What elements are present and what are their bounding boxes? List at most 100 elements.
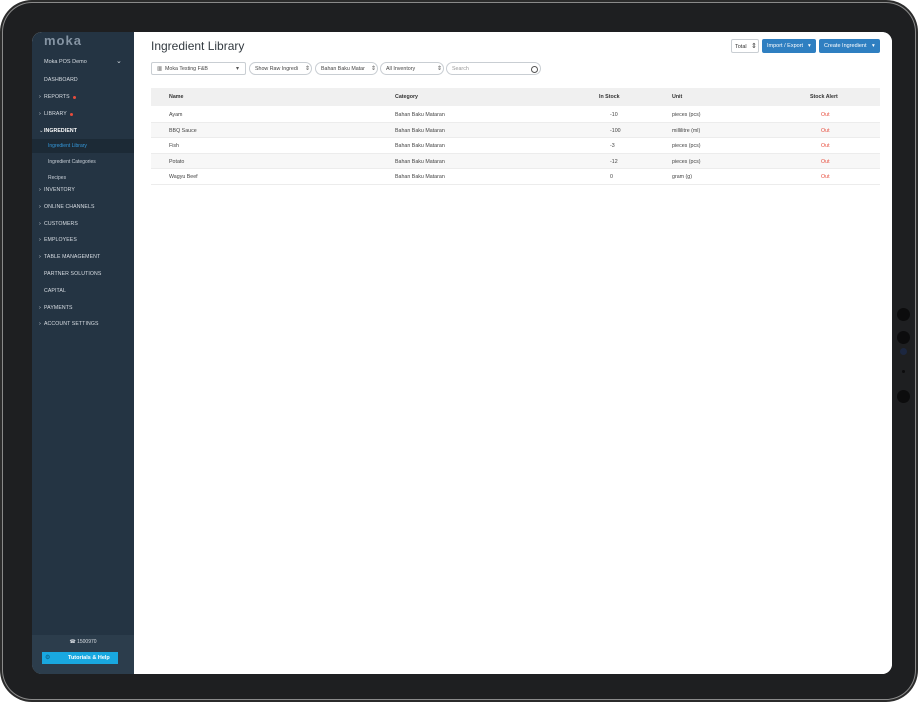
cell-unit: millilitre (ml) (672, 127, 701, 134)
category-filter[interactable]: Bahan Baku Matar ⇕ (315, 62, 378, 75)
table-row[interactable]: Ayam Bahan Baku Mataran -10 pieces (pcs) Out (151, 107, 880, 123)
sidebar-subitem-label: Recipes (48, 175, 67, 181)
sidebar-footer: ☎ 1500970 ⚙ Tutorials & Help (32, 635, 134, 674)
sidebar-item-label: PARTNER SOLUTIONS (44, 271, 102, 277)
sensor-icon (897, 390, 910, 403)
sidebar-item-label: DASHBOARD (44, 77, 78, 83)
moka-logo: moka (44, 33, 82, 48)
sidebar-item-partner-solutions[interactable]: PARTNER SOLUTIONS (32, 267, 134, 281)
chevron-icon: › (39, 237, 41, 244)
import-export-button[interactable]: Import / Export ▾ (762, 39, 816, 53)
ingredient-type-value: Show Raw Ingredi (255, 66, 298, 72)
cell-name: Ayam (169, 112, 183, 118)
caret-down-icon: ▾ (236, 66, 240, 72)
total-select[interactable]: Total ⇕ (731, 39, 759, 53)
col-stock-alert[interactable]: Stock Alert (810, 94, 838, 100)
sidebar-item-customers[interactable]: › CUSTOMERS (32, 217, 134, 231)
table-row[interactable]: Potato Bahan Baku Mataran -12 pieces (pcs) O… (151, 153, 880, 169)
col-category[interactable]: Category (395, 94, 418, 100)
notification-dot-icon (70, 112, 73, 116)
main-content: Ingredient Library Total ⇕ Import / Expo… (134, 32, 892, 674)
cell-unit: gram (g) (672, 174, 693, 180)
sidebar-item-inventory[interactable]: › INVENTORY (32, 183, 134, 197)
ingredient-type-filter[interactable]: Show Raw Ingredi ⇕ (249, 62, 312, 75)
sidebar-item-label: ONLINE CHANNELS (44, 203, 95, 210)
cell-alert: Out (821, 112, 830, 118)
col-name[interactable]: Name (169, 94, 183, 100)
chevron-icon: › (39, 187, 41, 193)
sidebar-item-employees[interactable]: › EMPLOYEES (32, 233, 134, 247)
sidebar-item-label: PAYMENTS (44, 304, 73, 311)
sidebar: moka Moka POS Demo ⌄ DASHBOARD › REPORTS › L… (32, 32, 134, 674)
support-phone[interactable]: ☎ 1500970 (32, 639, 134, 645)
chevron-icon: › (39, 94, 41, 100)
sidebar-item-label: INVENTORY (44, 187, 75, 193)
page-title: Ingredient Library (151, 39, 245, 53)
app-screen: moka Moka POS Demo ⌄ DASHBOARD › REPORTS › L… (32, 32, 892, 674)
table-header: Name Category In Stock Unit Stock Alert (151, 88, 880, 106)
cell-stock: -10 (610, 112, 618, 118)
sidebar-item-reports[interactable]: › REPORTS (32, 90, 134, 104)
table-row[interactable]: BBQ Sauce Bahan Baku Mataran -100 millilitr… (151, 122, 880, 138)
tutorials-help-button[interactable]: ⚙ Tutorials & Help (42, 652, 118, 664)
sidebar-item-label: LIBRARY (44, 111, 67, 117)
chevron-updown-icon: ⇕ (371, 66, 377, 72)
chevron-icon: › (39, 254, 41, 261)
chevron-updown-icon: ⇕ (305, 66, 311, 72)
search-icon[interactable] (531, 66, 538, 73)
sidebar-item-table-management[interactable]: › TABLE MANAGEMENT (32, 250, 134, 264)
cell-alert: Out (821, 127, 830, 134)
cell-name: BBQ Sauce (169, 127, 197, 134)
cell-category: Bahan Baku Mataran (395, 143, 445, 149)
sidebar-subitem-ingredient-library[interactable]: Ingredient Library (32, 139, 134, 153)
cell-name: Potato (169, 158, 185, 165)
sidebar-item-account-settings[interactable]: › ACCOUNT SETTINGS (32, 317, 134, 331)
sensor-icon (897, 331, 910, 344)
cell-unit: pieces (pcs) (672, 143, 701, 149)
cell-category: Bahan Baku Mataran (395, 158, 445, 165)
tutorials-help-label: Tutorials & Help (68, 655, 110, 661)
tablet-frame: moka Moka POS Demo ⌄ DASHBOARD › REPORTS › L… (2, 2, 916, 700)
sidebar-item-online-channels[interactable]: › ONLINE CHANNELS (32, 200, 134, 214)
sidebar-subitem-label: Ingredient Library (48, 143, 87, 149)
chevron-updown-icon: ⇕ (437, 66, 443, 72)
cell-stock: -100 (610, 127, 621, 134)
sensor-icon (900, 348, 907, 355)
table-row[interactable]: Fish Bahan Baku Mataran -3 pieces (pcs) Out (151, 138, 880, 154)
sidebar-item-label: TABLE MANAGEMENT (44, 254, 101, 261)
col-unit[interactable]: Unit (672, 94, 682, 100)
inventory-filter[interactable]: All Inventory ⇕ (380, 62, 444, 75)
cell-unit: pieces (pcs) (672, 112, 701, 118)
search-box[interactable]: Search (446, 62, 541, 75)
sidebar-item-capital[interactable]: CAPITAL (32, 284, 134, 298)
camera-icon (897, 308, 910, 321)
sidebar-item-label: REPORTS (44, 94, 70, 100)
sidebar-item-label: CUSTOMERS (44, 220, 78, 227)
create-ingredient-button[interactable]: Create Ingredient ▾ (819, 39, 880, 53)
outlet-selector[interactable]: Moka POS Demo ⌄ (32, 54, 134, 70)
table-row[interactable]: Wagyu Beef Bahan Baku Mataran 0 gram (g) Out (151, 169, 880, 185)
store-icon: ▥ (157, 66, 163, 72)
cell-alert: Out (821, 158, 830, 165)
sidebar-item-payments[interactable]: › PAYMENTS (32, 301, 134, 315)
outlet-filter[interactable]: ▥ Moka Testing F&B ▾ (151, 62, 246, 75)
chevron-icon: ⌄ (39, 128, 44, 134)
chevron-icon: › (39, 304, 41, 311)
sensor-icon (902, 370, 905, 373)
sidebar-subitem-ingredient-categories[interactable]: Ingredient Categories (32, 155, 134, 169)
sidebar-item-ingredient[interactable]: ⌄ INGREDIENT (32, 124, 134, 138)
caret-down-icon: ▾ (872, 43, 875, 49)
sidebar-subitem-label: Ingredient Categories (48, 159, 96, 165)
sidebar-item-label: ACCOUNT SETTINGS (44, 321, 99, 328)
sidebar-item-label: INGREDIENT (44, 128, 77, 134)
cell-alert: Out (821, 143, 830, 149)
sidebar-item-dashboard[interactable]: DASHBOARD (32, 73, 134, 87)
col-in-stock[interactable]: In Stock (599, 94, 620, 100)
sidebar-item-library[interactable]: › LIBRARY (32, 107, 134, 121)
cell-stock: -3 (610, 143, 615, 149)
search-input[interactable]: Search (452, 66, 469, 72)
chevron-down-icon: ⌄ (116, 58, 122, 65)
category-filter-value: Bahan Baku Matar (321, 66, 365, 72)
chevron-icon: › (39, 220, 41, 227)
chevron-icon: › (39, 111, 41, 117)
